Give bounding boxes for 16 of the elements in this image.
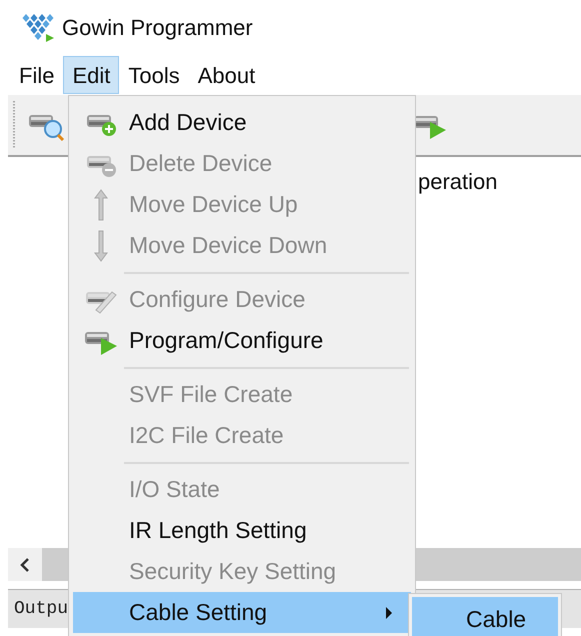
logo-icon: [20, 12, 56, 44]
menu-item[interactable]: About: [188, 56, 264, 94]
down-arrow-icon: [94, 230, 108, 262]
column-heading: peration: [418, 169, 498, 194]
up-arrow-icon: [94, 188, 108, 220]
window-title: Gowin Programmer: [62, 14, 253, 40]
menu-item[interactable]: File: [10, 56, 64, 94]
menu-item[interactable]: IR Length Setting: [73, 510, 411, 551]
output-tab[interactable]: Outpu: [14, 599, 68, 619]
toolbar-grip-icon: [12, 101, 16, 149]
menu-item[interactable]: Tools: [119, 56, 189, 94]
menu-item[interactable]: Edit: [63, 56, 120, 94]
menu-item[interactable]: Program/Configure: [73, 320, 411, 361]
menu-item[interactable]: Cable: [412, 597, 558, 636]
menu-item[interactable]: Cable Setting: [73, 592, 411, 633]
submenu-arrow-icon: [385, 606, 393, 618]
